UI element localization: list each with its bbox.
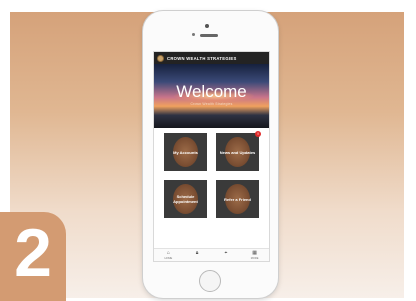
tile-refer-a-friend[interactable]: Refer a Friend [216,180,259,218]
hero-subtitle: Crown Wealth Strategies [190,102,233,106]
tile-schedule-appointment[interactable]: Schedule Appointment [164,180,207,218]
menu-grid: My Accounts News and Updates ! Schedule … [164,131,261,231]
crown-logo-icon [157,54,164,62]
notification-badge: ! [255,131,261,137]
tile-my-accounts[interactable]: My Accounts [164,133,207,171]
front-camera [205,24,209,28]
app-header: CROWN WEALTH STRATEGIES [154,52,269,64]
tab-label: MORE [250,257,259,260]
hero-banner: Welcome Crown Wealth Strategies [154,64,269,128]
earpiece-speaker [200,34,218,37]
tab-more[interactable]: ▦ MORE [240,249,269,261]
app-screen: CROWN WEALTH STRATEGIES Welcome Crown We… [153,51,270,262]
phone-frame: CROWN WEALTH STRATEGIES Welcome Crown We… [143,11,278,298]
tab-location[interactable]: ⌖ [212,249,241,261]
tile-label: My Accounts [173,149,198,155]
hero-title: Welcome [176,82,247,101]
tab-label: HOME [164,257,173,260]
home-icon: ⌂ [166,250,170,256]
sensor-dot [192,33,195,36]
tile-label: Schedule Appointment [173,194,198,204]
app-title: CROWN WEALTH STRATEGIES [167,55,237,61]
tile-label: Refer a Friend [224,196,251,202]
bottom-tab-bar: ⌂ HOME 🔒︎ ⌖ ▦ MORE [154,248,269,261]
grid-icon: ▦ [252,250,257,256]
home-button[interactable] [199,270,221,292]
location-pin-icon: ⌖ [224,250,228,256]
lock-icon: 🔒︎ [195,250,199,256]
step-number: 2 [14,215,52,291]
tile-label: News and Updates [219,149,256,155]
tab-home[interactable]: ⌂ HOME [154,249,183,261]
tile-news-and-updates[interactable]: News and Updates ! [216,131,261,171]
tab-lock[interactable]: 🔒︎ [183,249,212,261]
